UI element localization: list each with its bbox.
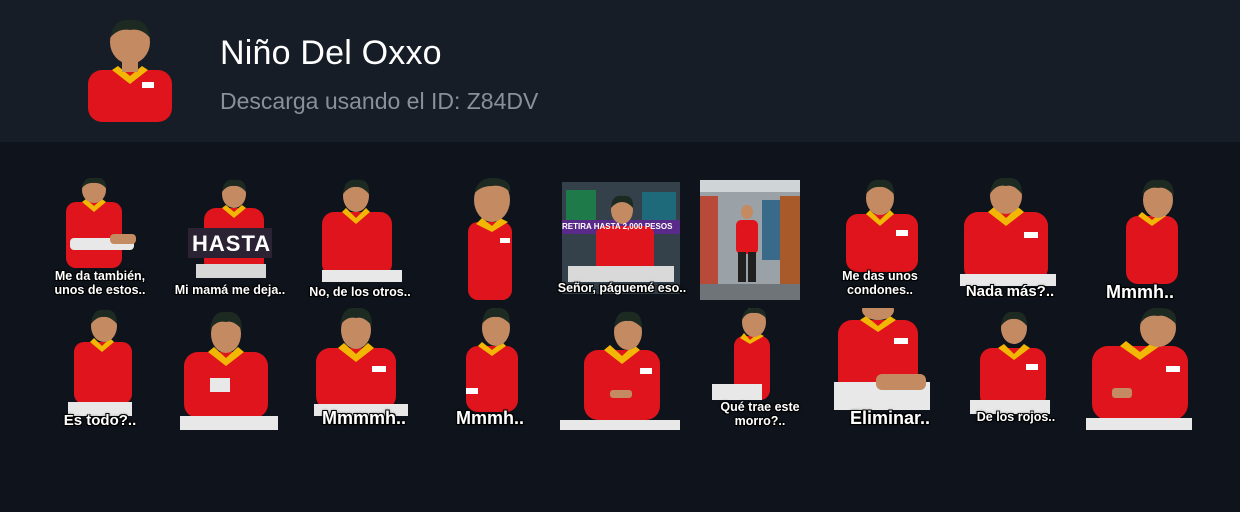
sticker-caption: Qué trae este morro?..: [720, 400, 800, 429]
sticker-caption: Señor, páguemé eso..: [557, 281, 687, 295]
sticker-7[interactable]: Me das unos condones..: [820, 178, 940, 304]
sticker-caption: Nada más?..: [965, 283, 1055, 300]
sticker-caption: Mmmh..: [455, 408, 524, 428]
sticker-8[interactable]: Nada más?..: [950, 178, 1070, 304]
sticker-5[interactable]: RETIRA HASTA 2,000 PESOS Señor, páguemé …: [558, 182, 686, 308]
sticker-grid: Me da también, unos de estos.. HASTA Mi m…: [0, 142, 1240, 512]
sticker-4[interactable]: [440, 178, 560, 304]
sticker-16[interactable]: Eliminar..: [830, 308, 950, 434]
sticker-10[interactable]: Es todo?..: [40, 308, 160, 434]
sticker-caption: Me da también, unos de estos..: [54, 269, 146, 298]
sticker-12[interactable]: Mmmmh..: [304, 308, 424, 434]
pack-title: Niño Del Oxxo: [220, 34, 442, 72]
sticker-caption: No, de los otros..: [309, 285, 411, 299]
sticker-17[interactable]: De los rojos..: [956, 308, 1076, 434]
sticker-3[interactable]: No, de los otros..: [300, 178, 420, 304]
sticker-1[interactable]: Me da también, unos de estos..: [40, 178, 160, 304]
sticker-14[interactable]: [560, 308, 680, 434]
pack-header: Niño Del Oxxo Descarga usando el ID: Z84…: [0, 0, 1240, 142]
sticker-caption: Es todo?..: [63, 412, 137, 429]
sticker-11[interactable]: [170, 308, 290, 434]
pack-cover-image: [84, 18, 176, 122]
sticker-caption: Mmmmh..: [321, 408, 406, 428]
sticker-caption: De los rojos..: [976, 410, 1056, 424]
pack-download-id: Descarga usando el ID: Z84DV: [220, 88, 539, 114]
sticker-2[interactable]: HASTA Mi mamá me deja..: [170, 178, 290, 304]
sticker-caption: Mi mamá me deja..: [174, 283, 286, 297]
sticker-9[interactable]: Mmmh..: [1080, 178, 1200, 304]
banner-text: HASTA: [192, 231, 272, 256]
sticker-13[interactable]: Mmmh..: [430, 308, 550, 434]
store-sign-text: RETIRA HASTA 2,000 PESOS: [562, 222, 673, 231]
sticker-caption: Me das unos condones..: [842, 269, 918, 298]
sticker-15[interactable]: Qué trae este morro?..: [700, 308, 820, 434]
sticker-caption: Mmmh..: [1105, 282, 1174, 302]
sticker-6[interactable]: [700, 180, 820, 306]
sticker-caption: Eliminar..: [849, 408, 931, 428]
sticker-18[interactable]: [1082, 308, 1202, 434]
